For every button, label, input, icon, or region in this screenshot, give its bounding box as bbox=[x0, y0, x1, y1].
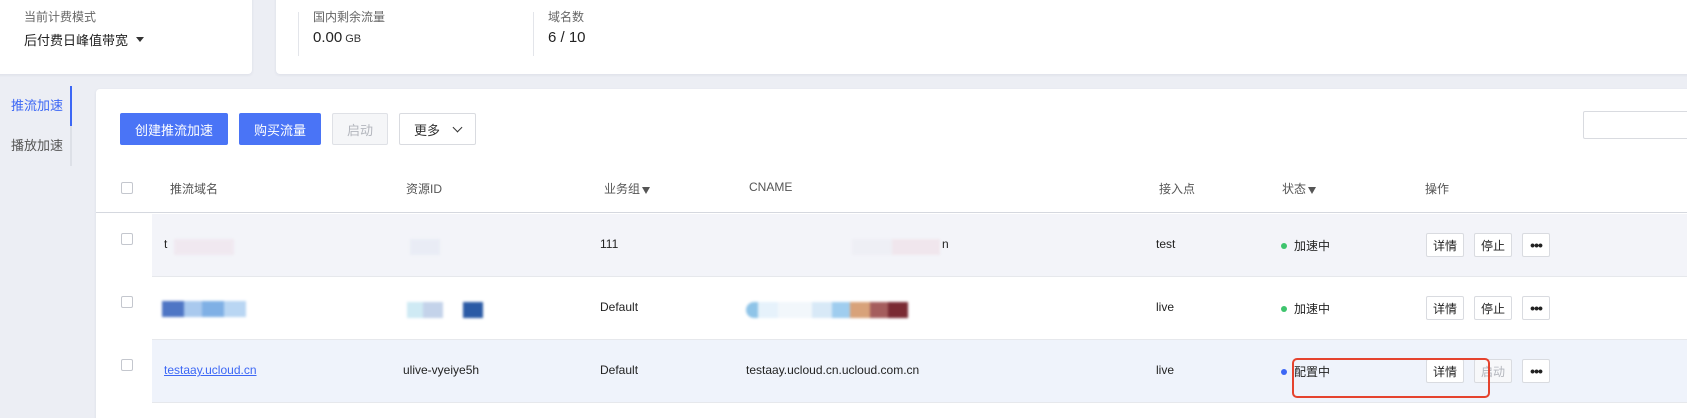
column-header-access-point: 接入点 bbox=[1159, 182, 1196, 196]
access-point-cell: live bbox=[1156, 300, 1175, 314]
status-header-label: 状态 bbox=[1282, 182, 1307, 196]
stats-card: 国内剩余流量 0.00 GB 域名数 6 / 10 bbox=[276, 0, 1687, 74]
select-all-checkbox[interactable] bbox=[121, 182, 133, 194]
details-button[interactable]: 详情 bbox=[1426, 296, 1465, 320]
search-input[interactable] bbox=[1583, 111, 1687, 139]
divider bbox=[533, 12, 534, 56]
billing-mode-select[interactable]: 后付费日峰值带宽 bbox=[24, 30, 145, 49]
row-checkbox[interactable] bbox=[121, 296, 133, 308]
domain-count-value: 6 / 10 bbox=[548, 29, 586, 46]
access-point-cell: test bbox=[1156, 237, 1176, 251]
status-label: 加速中 bbox=[1294, 239, 1331, 253]
column-header-domain: 推流域名 bbox=[170, 182, 219, 196]
row-actions: 详情 启动 ••• bbox=[1426, 359, 1551, 383]
row-checkbox[interactable] bbox=[121, 233, 133, 245]
group-header-label: 业务组 bbox=[604, 182, 641, 196]
column-header-group[interactable]: 业务组 bbox=[604, 180, 651, 197]
status-dot-icon bbox=[1281, 242, 1287, 249]
remaining-traffic-value: 0.00 GB bbox=[313, 29, 361, 46]
table-row[interactable]: testaay.ucloud.cn ulive-vyeiye5h Default… bbox=[152, 340, 1687, 403]
filter-icon[interactable] bbox=[642, 187, 651, 194]
billing-mode-value: 后付费日峰值带宽 bbox=[24, 33, 129, 48]
domain-count-label: 域名数 bbox=[548, 10, 585, 24]
create-push-acceleration-button[interactable]: 创建推流加速 bbox=[120, 113, 229, 145]
domain-link[interactable]: testaay.ucloud.cn bbox=[164, 363, 257, 377]
group-cell: Default bbox=[600, 300, 639, 314]
cname-cell: n bbox=[942, 237, 949, 251]
redacted-resource-id bbox=[407, 302, 483, 318]
start-button[interactable]: 启动 bbox=[332, 113, 389, 145]
status-label: 加速中 bbox=[1294, 302, 1331, 316]
sidebar-item-play-acceleration[interactable]: 播放加速 bbox=[0, 126, 72, 166]
more-actions-button[interactable]: ••• bbox=[1522, 233, 1551, 257]
redacted-resource-id bbox=[410, 239, 440, 255]
chevron-down-icon bbox=[452, 122, 463, 132]
column-header-status[interactable]: 状态 bbox=[1282, 180, 1317, 197]
billing-mode-label: 当前计费模式 bbox=[24, 10, 97, 24]
status-badge: 加速中 bbox=[1281, 300, 1330, 317]
redacted-cname bbox=[852, 239, 940, 255]
side-nav: 推流加速 播放加速 bbox=[0, 86, 72, 166]
more-actions-button[interactable]: ••• bbox=[1522, 296, 1551, 320]
row-actions: 详情 停止 ••• bbox=[1426, 233, 1551, 257]
stop-button[interactable]: 停止 bbox=[1474, 233, 1513, 257]
filter-icon[interactable] bbox=[1308, 187, 1317, 194]
caret-down-icon bbox=[136, 37, 145, 42]
table-header: 推流域名 资源ID 业务组 CNAME 接入点 状态 操作 bbox=[96, 163, 1687, 213]
remaining-traffic-unit: GB bbox=[345, 33, 362, 45]
details-button[interactable]: 详情 bbox=[1426, 359, 1465, 383]
more-dropdown-button[interactable]: 更多 bbox=[399, 113, 477, 145]
buy-traffic-button[interactable]: 购买流量 bbox=[239, 113, 322, 145]
status-dot-icon bbox=[1281, 305, 1287, 312]
column-header-actions: 操作 bbox=[1425, 182, 1450, 196]
table-row[interactable]: t 111 n test 加速中 详情 停止 ••• bbox=[152, 214, 1687, 277]
domain-cell: t bbox=[164, 237, 168, 251]
more-actions-button[interactable]: ••• bbox=[1522, 359, 1551, 383]
remaining-traffic-label: 国内剩余流量 bbox=[313, 10, 386, 24]
stop-button[interactable]: 停止 bbox=[1474, 296, 1513, 320]
more-label: 更多 bbox=[414, 122, 441, 138]
status-badge: 加速中 bbox=[1281, 237, 1330, 254]
group-cell: Default bbox=[600, 363, 639, 377]
billing-mode-card: 当前计费模式 后付费日峰值带宽 bbox=[0, 0, 252, 74]
divider bbox=[298, 12, 299, 56]
row-actions: 详情 停止 ••• bbox=[1426, 296, 1551, 320]
column-header-resource-id: 资源ID bbox=[406, 182, 443, 196]
column-header-cname: CNAME bbox=[749, 180, 793, 194]
main-panel: 创建推流加速 购买流量 启动 更多 推流域名 资源ID 业务组 CNAME 接入… bbox=[96, 89, 1687, 418]
status-dot-icon bbox=[1281, 368, 1287, 375]
details-button[interactable]: 详情 bbox=[1426, 233, 1465, 257]
status-label: 配置中 bbox=[1294, 365, 1331, 379]
access-point-cell: live bbox=[1156, 363, 1175, 377]
cname-cell: testaay.ucloud.cn.ucloud.com.cn bbox=[746, 363, 920, 377]
sidebar-item-push-acceleration[interactable]: 推流加速 bbox=[0, 86, 72, 126]
status-badge: 配置中 bbox=[1281, 363, 1330, 380]
redacted-cname bbox=[746, 302, 908, 318]
redacted-domain bbox=[174, 239, 234, 255]
start-row-button[interactable]: 启动 bbox=[1474, 359, 1513, 383]
redacted-domain bbox=[162, 301, 246, 317]
toolbar: 创建推流加速 购买流量 启动 更多 bbox=[120, 113, 477, 145]
group-cell: 111 bbox=[600, 237, 619, 251]
table-row[interactable]: Default live 加速中 详情 停止 ••• bbox=[152, 277, 1687, 340]
remaining-traffic-number: 0.00 bbox=[313, 29, 343, 46]
row-checkbox[interactable] bbox=[121, 359, 133, 371]
resource-id-cell: ulive-vyeiye5h bbox=[403, 363, 480, 377]
